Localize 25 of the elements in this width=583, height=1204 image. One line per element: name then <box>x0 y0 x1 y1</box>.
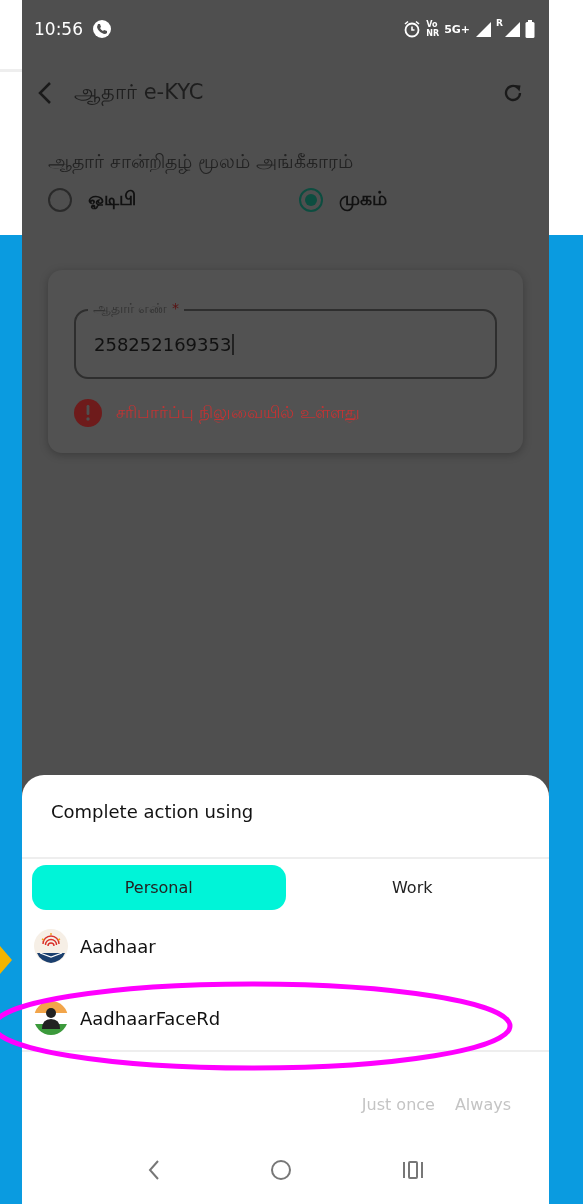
profile-tab[interactable]: Work <box>285 865 539 910</box>
radio-option[interactable]: ஓடிபி <box>48 187 299 212</box>
app-option[interactable]: AadhaarFaceRd <box>22 982 549 1054</box>
network-type: 5G+ <box>444 22 471 36</box>
profile-tab[interactable]: Personal <box>32 865 286 910</box>
roaming-indicator: R <box>496 18 503 28</box>
app-option[interactable]: Aadhaar <box>22 910 549 982</box>
error-icon <box>74 399 102 427</box>
pointer-arrow-tip <box>0 946 12 974</box>
error-message: சரிபார்ப்பு நிலுவையில் உள்ளது <box>116 402 360 424</box>
phone-call-icon <box>92 19 112 39</box>
home-icon <box>270 1159 293 1181</box>
battery-icon <box>525 20 535 38</box>
person-silhouette-icon <box>34 1001 68 1035</box>
signal-icon <box>504 21 520 37</box>
status-time: 10:56 <box>34 19 83 39</box>
back-icon <box>38 81 52 105</box>
back-icon <box>146 1158 161 1182</box>
fingerprint-logo-icon <box>34 929 68 963</box>
signal-icon <box>475 21 492 37</box>
sheet-title: Complete action using <box>22 775 549 859</box>
volte-indicator: Vo NR <box>426 20 440 38</box>
radio-option[interactable]: முகம் <box>298 187 549 212</box>
alarm-clock-icon <box>403 20 422 38</box>
recents-icon <box>402 1159 425 1181</box>
